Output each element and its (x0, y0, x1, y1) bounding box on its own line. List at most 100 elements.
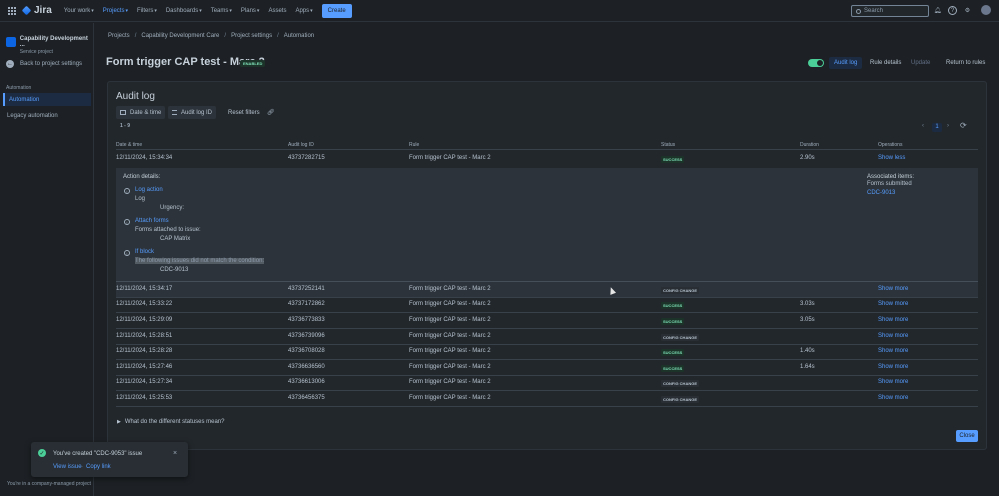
action-title[interactable]: Log action (135, 187, 163, 193)
notifications-icon[interactable]: 🔔︎ (933, 6, 942, 15)
show-more-link[interactable]: Show more (878, 348, 908, 354)
info-icon: i (124, 188, 130, 194)
row-date: 12/11/2024, 15:28:28 (116, 348, 173, 354)
nav-label: Teams (210, 7, 229, 14)
show-more-link[interactable]: Show more (878, 333, 908, 339)
rule-enabled-toggle[interactable] (808, 59, 824, 67)
column-header: Rule (409, 142, 420, 148)
chevron-right-icon: ▶ (117, 419, 121, 425)
row-id: 43737252141 (288, 286, 325, 292)
sidebar-item-automation[interactable]: Automation (3, 93, 91, 106)
row-date: 12/11/2024, 15:34:17 (116, 286, 173, 292)
status-lozenge: SUCCESS (661, 318, 685, 325)
nav-teams[interactable]: Teams ▾ (211, 4, 232, 18)
issue-link[interactable]: CDC-9013 (867, 190, 895, 196)
filter-label: Date & time (130, 109, 162, 116)
return-to-rules-button[interactable]: Return to rules (941, 57, 990, 69)
project-name: Capability Development ... (19, 36, 88, 48)
audit-id-filter-button[interactable]: Audit log ID (168, 106, 217, 119)
nav-your-work[interactable]: Your work ▾ (64, 4, 94, 18)
row-date: 12/11/2024, 15:27:34 (116, 379, 173, 385)
action-title[interactable]: If block (135, 249, 154, 255)
action-value: Urgency: (160, 205, 185, 211)
chevron-down-icon: ▾ (310, 7, 313, 14)
nav-plans[interactable]: Plans ▾ (241, 4, 260, 18)
action-subtitle: Forms attached to issue: (135, 227, 201, 233)
next-page-icon[interactable]: › (947, 123, 949, 129)
nav-label: Dashboards (165, 7, 199, 14)
nav-dashboards[interactable]: Dashboards ▾ (166, 4, 202, 18)
avatar[interactable] (981, 5, 991, 15)
status-lozenge: SUCCESS (661, 156, 685, 163)
show-more-link[interactable]: Show more (878, 395, 908, 401)
refresh-icon[interactable]: ⟳ (960, 121, 967, 130)
row-id: 43736456375 (288, 395, 325, 401)
divider (116, 297, 978, 298)
row-rule: Form trigger CAP test - Marc 2 (409, 155, 491, 161)
rule-details-button[interactable]: Rule details (865, 57, 906, 69)
row-rule: Form trigger CAP test - Marc 2 (409, 364, 491, 370)
table-row[interactable] (116, 282, 978, 297)
breadcrumb-projects[interactable]: Projects (108, 33, 130, 39)
nav-label: Assets (268, 7, 287, 14)
sidebar-item-legacy-automation[interactable]: Legacy automation (3, 109, 91, 122)
nav-assets[interactable]: Assets (268, 4, 286, 18)
app-switcher-icon[interactable] (8, 6, 16, 15)
filter-label: Audit log ID (181, 109, 213, 116)
breadcrumb-separator: / (224, 33, 227, 39)
action-details-panel: Action details: i Log action Log Urgency… (116, 168, 978, 281)
status-lozenge: CONFIG CHANGE (661, 334, 699, 341)
show-more-link[interactable]: Show more (878, 364, 908, 370)
action-title[interactable]: Attach forms (135, 218, 169, 224)
settings-icon[interactable]: ⚙︎ (963, 6, 972, 15)
status-help-toggle[interactable]: ▶ What do the different statuses mean? (117, 419, 224, 425)
divider (116, 406, 978, 407)
chevron-down-icon: ▾ (91, 7, 94, 14)
breadcrumb-settings[interactable]: Project settings (231, 33, 272, 39)
status-lozenge: SUCCESS (661, 365, 685, 372)
search-input[interactable]: Search (851, 5, 929, 17)
close-button[interactable]: Close (956, 430, 978, 442)
nav-apps[interactable]: Apps ▾ (295, 4, 312, 18)
project-header[interactable]: Capability Development ... Service proje… (6, 36, 93, 55)
show-more-link[interactable]: Show more (878, 379, 908, 385)
logo-text: Jira (34, 5, 52, 16)
status-lozenge: CONFIG CHANGE (661, 396, 699, 403)
nav-label: Apps (295, 7, 310, 14)
show-more-link[interactable]: Show more (878, 301, 908, 307)
column-header: Audit log ID (288, 142, 314, 148)
reset-filters-button[interactable]: Reset filters (224, 106, 264, 119)
link-icon[interactable]: 🔗︎ (263, 106, 279, 119)
audit-log-button[interactable]: Audit log (829, 57, 863, 69)
chevron-down-icon: ▾ (229, 7, 232, 14)
current-page[interactable]: 1 (932, 123, 942, 132)
nav-filters[interactable]: Filters ▾ (137, 4, 157, 18)
divider (116, 312, 978, 313)
audit-log-title: Audit log (116, 91, 155, 102)
update-button[interactable]: Update (906, 57, 935, 69)
nav-projects[interactable]: Projects ▾ (103, 4, 128, 18)
show-more-link[interactable]: Show more (878, 317, 908, 323)
nav-label: Plans (240, 7, 256, 14)
back-to-settings-link[interactable]: ← Back to project settings (6, 60, 82, 68)
show-more-link[interactable]: Show more (878, 286, 908, 292)
breadcrumb-automation[interactable]: Automation (284, 33, 314, 39)
row-id: 43736613006 (288, 379, 325, 385)
show-less-link[interactable]: Show less (878, 155, 905, 161)
breadcrumb-project[interactable]: Capability Development Care (141, 33, 219, 39)
project-type: Service project (19, 49, 53, 55)
row-rule: Form trigger CAP test - Marc 2 (409, 286, 491, 292)
help-icon[interactable]: ? (948, 6, 957, 15)
action-details-heading: Action details: (123, 174, 161, 180)
breadcrumb: Projects / Capability Development Care / P… (108, 33, 314, 39)
jira-logo[interactable]: Jira (21, 5, 52, 16)
create-button[interactable]: Create (321, 3, 352, 18)
prev-page-icon[interactable]: ‹ (922, 123, 924, 129)
copy-link[interactable]: Copy link (86, 464, 111, 470)
close-icon[interactable]: × (173, 450, 177, 457)
date-filter-button[interactable]: Date & time (116, 106, 166, 119)
view-issue-link[interactable]: View issue (53, 464, 82, 470)
associated-items-label: Forms submitted (867, 181, 912, 187)
row-duration: 1.40s (800, 348, 815, 354)
search-icon (856, 8, 861, 14)
